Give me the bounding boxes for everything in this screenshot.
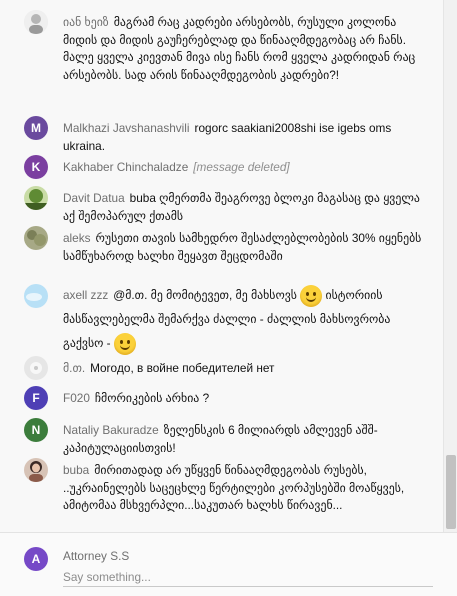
message-author[interactable]: Malkhazi Javshanashvili	[63, 121, 190, 135]
message-author[interactable]: Nataliy Bakuradze	[63, 423, 159, 437]
chat-message-input[interactable]	[63, 568, 433, 587]
plant-photo-icon	[24, 226, 48, 250]
sky-photo-icon	[24, 284, 48, 308]
avatar[interactable]: F	[24, 386, 48, 410]
message-author[interactable]: მ.თ.	[63, 361, 85, 375]
composer-author-name: Attorney S.S	[63, 549, 130, 563]
avatar[interactable]	[24, 458, 48, 482]
avatar[interactable]: K	[24, 155, 48, 179]
message-text: მირითადად არ უწყვენ წინააღმდეგობას რუსებ…	[63, 463, 405, 512]
message-text: მაგრამ რაც კადრები არსებობს, რუსული კოლო…	[63, 15, 416, 82]
avatar[interactable]	[24, 10, 48, 34]
message-composer: A Attorney S.S	[0, 532, 457, 596]
scrollbar[interactable]	[443, 0, 457, 532]
message-text: რუსეთი თავის სამხედრო შესაძლებლობების 30…	[63, 231, 422, 263]
avatar[interactable]: M	[24, 116, 48, 140]
person-photo-icon	[24, 10, 48, 34]
woman-photo-icon	[24, 458, 48, 482]
message-text: Moroдо, в войне победителей нет	[90, 361, 275, 375]
landscape-photo-icon	[24, 186, 48, 210]
smiley-emoji-icon	[300, 284, 323, 307]
message-author[interactable]: axell zzz	[63, 288, 108, 302]
message-text: ჩმორიკების არხია ?	[94, 391, 210, 405]
message-author[interactable]: aleks	[63, 231, 91, 245]
message-author[interactable]: Davit Datua	[63, 191, 125, 205]
avatar[interactable]: N	[24, 418, 48, 442]
avatar[interactable]	[24, 226, 48, 250]
message-author[interactable]: buba	[63, 463, 89, 477]
flower-photo-icon	[24, 356, 48, 380]
message-author[interactable]: Kakhaber Chinchaladze	[63, 160, 188, 174]
message-text: @მ.თ. მე მომიტევეთ, მე მახსოვს	[113, 288, 297, 302]
chat-message-list: იან ხეიზ მაგრამ რაც კადრები არსებობს, რუს…	[0, 0, 443, 532]
avatar[interactable]	[24, 186, 48, 210]
smiley-emoji-icon	[113, 332, 136, 355]
avatar: A	[24, 547, 48, 571]
message-deleted-text: [message deleted]	[193, 160, 290, 174]
scrollbar-thumb[interactable]	[446, 455, 456, 529]
avatar[interactable]	[24, 356, 48, 380]
avatar[interactable]	[24, 284, 48, 308]
message-author[interactable]: F020	[63, 391, 90, 405]
message-author[interactable]: იან ხეიზ	[63, 15, 109, 29]
